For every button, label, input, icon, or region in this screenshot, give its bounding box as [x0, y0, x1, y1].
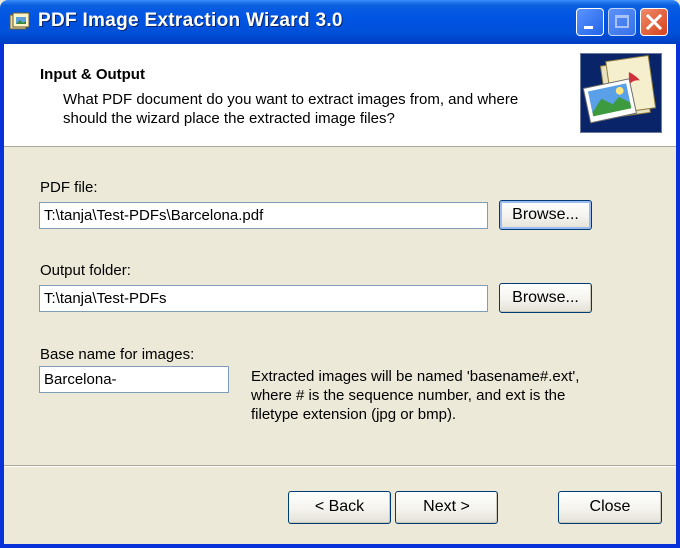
footer-separator	[4, 465, 676, 467]
step-title: Input & Output	[40, 66, 145, 83]
pdf-file-input[interactable]: T:\tanja\Test-PDFs\Barcelona.pdf	[39, 202, 488, 229]
next-button[interactable]: Next >	[395, 491, 498, 524]
wizard-header: Input & Output What PDF document do you …	[4, 44, 676, 147]
browse-folder-button[interactable]: Browse...	[499, 283, 592, 313]
window-title: PDF Image Extraction Wizard 3.0	[38, 10, 343, 31]
window-border-bottom	[0, 544, 680, 548]
minimize-icon	[584, 26, 593, 29]
base-name-label: Base name for images:	[40, 346, 195, 363]
close-button[interactable]: Close	[558, 491, 662, 524]
maximize-icon	[615, 15, 629, 28]
close-window-button[interactable]	[640, 8, 668, 36]
wizard-window: PDF Image Extraction Wizard 3.0 Input & …	[0, 0, 680, 548]
window-border-right	[676, 44, 680, 548]
step-description: What PDF document do you want to extract…	[63, 91, 519, 127]
back-button[interactable]: < Back	[288, 491, 391, 524]
minimize-button[interactable]	[576, 8, 604, 36]
wizard-image-icon	[580, 53, 662, 133]
naming-note: Extracted images will be named 'basename…	[251, 368, 580, 423]
base-name-input[interactable]: Barcelona-	[39, 366, 229, 393]
app-icon	[9, 12, 30, 30]
output-folder-input[interactable]: T:\tanja\Test-PDFs	[39, 285, 488, 312]
close-icon	[645, 13, 663, 31]
pdf-file-label: PDF file:	[40, 179, 98, 196]
browse-pdf-button[interactable]: Browse...	[499, 200, 592, 230]
title-bar[interactable]: PDF Image Extraction Wizard 3.0	[0, 0, 680, 44]
output-folder-label: Output folder:	[40, 262, 131, 279]
maximize-button[interactable]	[608, 8, 636, 36]
